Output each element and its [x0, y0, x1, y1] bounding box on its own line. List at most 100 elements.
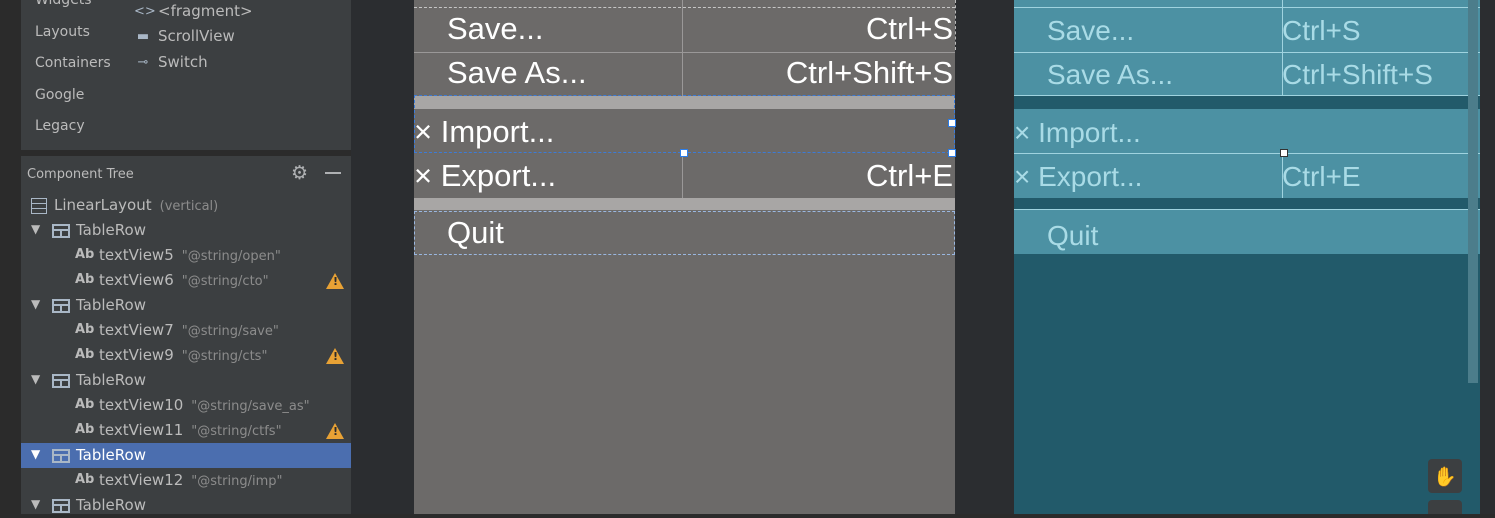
- table-row-save[interactable]: Save... Ctrl+S: [414, 8, 955, 52]
- export-text[interactable]: × Export...: [414, 158, 556, 194]
- blueprint-quit-text[interactable]: Quit: [1047, 220, 1098, 252]
- tree-item-tablerow[interactable]: ▼ TableRow: [21, 443, 351, 468]
- blueprint-row-quit[interactable]: Quit: [1014, 210, 1480, 254]
- tree-item-textview[interactable]: Ab textView7 "@string/save": [21, 318, 351, 343]
- blueprint-surface[interactable]: Save... Ctrl+S Save As... Ctrl+Shift+S ×…: [1014, 0, 1480, 514]
- design-edge-guide: [955, 0, 960, 50]
- design-surface[interactable]: Save... Ctrl+S Save As... Ctrl+Shift+S ×…: [414, 0, 956, 514]
- palette-category-google[interactable]: Google: [35, 87, 84, 103]
- tree-item-detail: "@string/open": [181, 249, 281, 264]
- zoom-in-button[interactable]: [1428, 500, 1462, 514]
- expand-arrow-icon[interactable]: ▼: [31, 222, 40, 236]
- tree-item-detail: "@string/cto": [181, 274, 269, 289]
- tree-item-text: TableRow: [76, 446, 146, 464]
- scrollview-icon: ▬: [136, 28, 150, 44]
- tree-item-label: textView11: [99, 421, 184, 439]
- tree-item-textview[interactable]: Ab textView10 "@string/save_as": [21, 393, 351, 418]
- blueprint-export-text[interactable]: × Export...: [1014, 161, 1142, 193]
- tree-item-text: textView5 "@string/open": [99, 246, 281, 264]
- warning-icon[interactable]: !: [326, 273, 344, 289]
- minimize-icon[interactable]: [325, 172, 341, 174]
- tree-item-label: textView5: [99, 246, 174, 264]
- pan-tool-button[interactable]: ✋: [1428, 459, 1462, 493]
- gear-icon[interactable]: ⚙: [291, 162, 308, 184]
- resize-handle[interactable]: [948, 149, 956, 157]
- tree-item-tablerow[interactable]: ▼ TableRow: [21, 218, 351, 243]
- palette-item-label: ScrollView: [158, 27, 235, 45]
- tablerow-icon: [52, 499, 70, 513]
- blueprint-save-text[interactable]: Save...: [1047, 15, 1134, 47]
- blueprint-resize-handle[interactable]: [1280, 149, 1288, 157]
- palette-items: <> <fragment> ▬ ScrollView ⊸ Switch: [122, 0, 351, 150]
- warning-icon[interactable]: !: [326, 348, 344, 364]
- blueprint-export-shortcut-text[interactable]: Ctrl+E: [1282, 161, 1361, 193]
- tree-item-label: TableRow: [76, 371, 146, 389]
- blueprint-save-as-shortcut-text[interactable]: Ctrl+Shift+S: [1282, 59, 1433, 91]
- expand-arrow-icon[interactable]: ▼: [31, 447, 40, 461]
- tree-item-label: TableRow: [76, 221, 146, 239]
- tree-item-detail: "@string/ctfs": [191, 424, 282, 439]
- tree-item-linearlayout[interactable]: LinearLayout (vertical): [21, 193, 351, 218]
- tree-item-label: textView6: [99, 271, 174, 289]
- tree-item-tablerow[interactable]: ▼ TableRow: [21, 493, 351, 518]
- blueprint-save-as-text[interactable]: Save As...: [1047, 59, 1173, 91]
- tree-item-label: TableRow: [76, 496, 146, 514]
- save-text[interactable]: Save...: [447, 11, 544, 47]
- tablerow-icon: [52, 224, 70, 238]
- save-shortcut-text[interactable]: Ctrl+S: [866, 11, 953, 47]
- blueprint-scrollbar[interactable]: [1468, 0, 1478, 383]
- tree-item-text: textView12 "@string/imp": [99, 471, 282, 489]
- warning-glyph: !: [333, 275, 339, 288]
- row-outline: [414, 211, 955, 255]
- resize-handle[interactable]: [948, 119, 956, 127]
- blueprint-save-shortcut-text[interactable]: Ctrl+S: [1282, 15, 1361, 47]
- table-row-save-as[interactable]: Save As... Ctrl+Shift+S: [414, 53, 955, 95]
- palette-item-label: Switch: [158, 53, 208, 71]
- expand-arrow-icon[interactable]: ▼: [31, 372, 40, 386]
- blueprint-column-divider: [1282, 154, 1283, 198]
- save-as-shortcut-text[interactable]: Ctrl+Shift+S: [786, 55, 953, 91]
- tree-item-textview[interactable]: Ab textView11 "@string/ctfs"!: [21, 418, 351, 443]
- expand-arrow-icon[interactable]: ▼: [31, 297, 40, 311]
- tree-item-textview[interactable]: Ab textView6 "@string/cto"!: [21, 268, 351, 293]
- palette-category-containers[interactable]: Containers: [35, 55, 111, 71]
- palette-category-layouts[interactable]: Layouts: [35, 24, 90, 40]
- tree-item-text: textView11 "@string/ctfs": [99, 421, 282, 439]
- selection-outline: [414, 95, 955, 153]
- textview-icon: Ab: [75, 397, 95, 412]
- textview-icon: Ab: [75, 272, 95, 287]
- component-tree-header: Component Tree ⚙: [21, 156, 351, 191]
- blueprint-row-import[interactable]: × Import...: [1014, 109, 1480, 153]
- palette-item-switch[interactable]: ⊸ Switch: [134, 53, 208, 71]
- palette-category-legacy[interactable]: Legacy: [35, 118, 85, 134]
- tree-item-label: textView9: [99, 346, 174, 364]
- textview-icon: Ab: [75, 422, 95, 437]
- tree-item-textview[interactable]: Ab textView5 "@string/open": [21, 243, 351, 268]
- tree-item-tablerow[interactable]: ▼ TableRow: [21, 368, 351, 393]
- tree-item-textview[interactable]: Ab textView9 "@string/cts"!: [21, 343, 351, 368]
- textview-icon: Ab: [75, 347, 95, 362]
- palette-item-fragment[interactable]: <> <fragment>: [134, 2, 253, 20]
- blueprint-row-export[interactable]: × Export... Ctrl+E: [1014, 154, 1480, 198]
- palette-item-scrollview[interactable]: ▬ ScrollView: [134, 27, 235, 45]
- tree-item-text: TableRow: [76, 296, 146, 314]
- palette-category-widgets[interactable]: Widgets: [35, 0, 92, 8]
- tree-item-detail: "@string/save_as": [191, 399, 310, 414]
- warning-icon[interactable]: !: [326, 423, 344, 439]
- table-row-export[interactable]: × Export... Ctrl+E: [414, 154, 955, 198]
- tree-item-label: textView12: [99, 471, 184, 489]
- expand-arrow-icon[interactable]: ▼: [31, 497, 40, 511]
- save-as-text[interactable]: Save As...: [447, 55, 587, 91]
- tree-item-detail: "@string/imp": [191, 474, 283, 489]
- warning-glyph: !: [333, 425, 339, 438]
- tree-item-label: textView7: [99, 321, 174, 339]
- tree-item-text: textView7 "@string/save": [99, 321, 279, 339]
- tablerow-icon: [52, 374, 70, 388]
- tree-item-tablerow[interactable]: ▼ TableRow: [21, 293, 351, 318]
- tree-item-textview[interactable]: Ab textView12 "@string/imp": [21, 468, 351, 493]
- export-shortcut-text[interactable]: Ctrl+E: [866, 158, 953, 194]
- palette-categories: Widgets Layouts Containers Google Legacy: [21, 0, 122, 150]
- blueprint-import-text[interactable]: × Import...: [1014, 117, 1141, 149]
- resize-handle[interactable]: [680, 149, 688, 157]
- component-tree-title: Component Tree: [27, 167, 134, 182]
